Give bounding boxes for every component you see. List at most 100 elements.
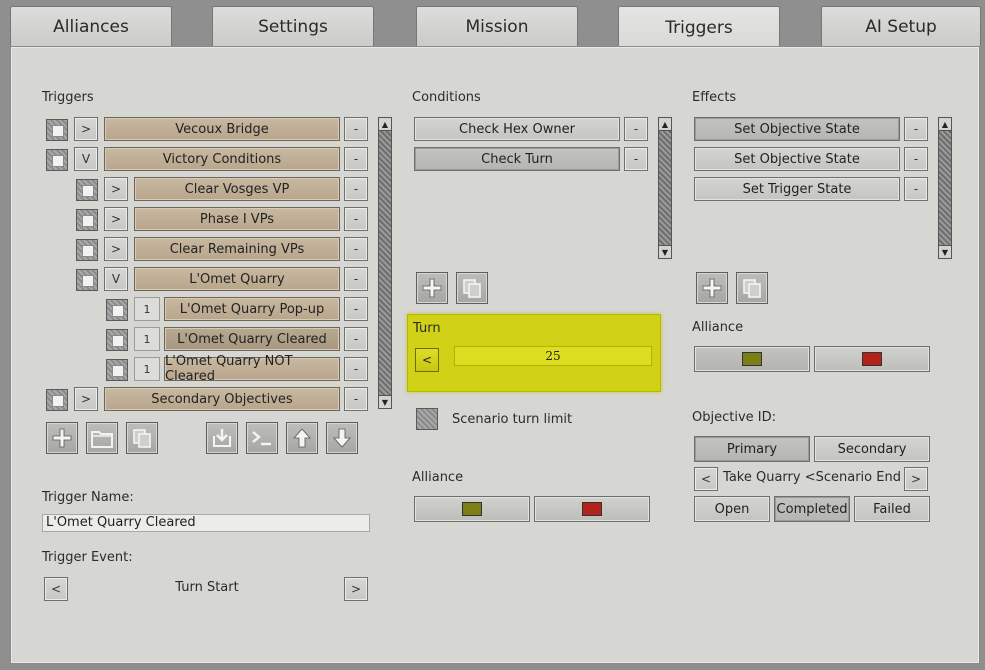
plus-icon [52,428,72,448]
expand-button[interactable]: > [104,177,128,201]
scroll-up-icon[interactable]: ▲ [378,117,392,131]
effect-item-set-trigger-state[interactable]: Set Trigger State [694,177,900,201]
trigger-item-clear-remaining-vps[interactable]: Clear Remaining VPs [134,237,340,261]
trigger-checkbox[interactable] [106,299,128,321]
import-icon [213,429,231,447]
expand-button[interactable]: > [74,387,98,411]
move-up-button[interactable] [286,422,318,454]
tab-alliances[interactable]: Alliances [10,6,172,46]
trigger-checkbox[interactable] [76,179,98,201]
tab-settings[interactable]: Settings [212,6,374,46]
turn-value[interactable]: 25 [454,346,652,366]
trigger-item-lomet-quarry-popup[interactable]: L'Omet Quarry Pop-up [164,297,340,321]
condition-item-check-turn[interactable]: Check Turn [414,147,620,171]
alliance-green-button[interactable] [414,496,530,522]
trigger-checkbox[interactable] [76,269,98,291]
green-swatch [462,502,482,516]
add-effect-button[interactable] [696,272,728,304]
trigger-checkbox[interactable] [106,329,128,351]
trigger-item-phase-i-vps[interactable]: Phase I VPs [134,207,340,231]
objective-next-button[interactable]: > [904,467,928,491]
remove-trigger-button[interactable]: - [344,177,368,201]
state-failed-button[interactable]: Failed [854,496,930,522]
copy-condition-button[interactable] [456,272,488,304]
trigger-checkbox[interactable] [46,389,68,411]
remove-trigger-button[interactable]: - [344,357,368,381]
trigger-checkbox[interactable] [46,119,68,141]
trigger-checkbox[interactable] [46,149,68,171]
event-prev-button[interactable]: < [44,577,68,601]
open-folder-button[interactable] [86,422,118,454]
scenario-turn-limit-checkbox[interactable] [416,408,438,430]
state-open-button[interactable]: Open [694,496,770,522]
remove-trigger-button[interactable]: - [344,267,368,291]
remove-condition-button[interactable]: - [624,147,648,171]
green-swatch [742,352,762,366]
remove-trigger-button[interactable]: - [344,147,368,171]
turn-panel: Turn < 25 [407,314,661,392]
tab-triggers[interactable]: Triggers [618,6,780,48]
effect-item-set-objective-state[interactable]: Set Objective State [694,117,900,141]
remove-trigger-button[interactable]: - [344,237,368,261]
remove-trigger-button[interactable]: - [344,327,368,351]
trigger-item-clear-vosges-vp[interactable]: Clear Vosges VP [134,177,340,201]
red-swatch [582,502,602,516]
expand-button[interactable]: > [74,117,98,141]
remove-condition-button[interactable]: - [624,117,648,141]
plus-icon [422,278,442,298]
remove-trigger-button[interactable]: - [344,297,368,321]
effects-heading: Effects [692,90,737,105]
secondary-objective-button[interactable]: Secondary [814,436,930,462]
condition-item-check-hex-owner[interactable]: Check Hex Owner [414,117,620,141]
triggers-scrollbar[interactable]: ▲ ▼ [378,117,392,409]
trigger-item-vecoux-bridge[interactable]: Vecoux Bridge [104,117,340,141]
scroll-down-icon[interactable]: ▼ [658,245,672,259]
remove-trigger-button[interactable]: - [344,117,368,141]
remove-effect-button[interactable]: - [904,117,928,141]
trigger-checkbox[interactable] [76,239,98,261]
trigger-item-secondary-objectives[interactable]: Secondary Objectives [104,387,340,411]
trigger-item-victory-conditions[interactable]: Victory Conditions [104,147,340,171]
import-button[interactable] [206,422,238,454]
objective-prev-button[interactable]: < [694,467,718,491]
expand-button[interactable]: > [104,207,128,231]
arrow-up-icon [293,428,311,448]
trigger-item-lomet-quarry-cleared[interactable]: L'Omet Quarry Cleared [164,327,340,351]
add-trigger-button[interactable] [46,422,78,454]
collapse-button[interactable]: V [74,147,98,171]
effects-scrollbar[interactable]: ▲ ▼ [938,117,952,259]
alliance-green-button[interactable] [694,346,810,372]
tab-mission[interactable]: Mission [416,6,578,46]
copy-trigger-button[interactable] [126,422,158,454]
effect-item-set-objective-state[interactable]: Set Objective State [694,147,900,171]
scroll-up-icon[interactable]: ▲ [938,117,952,131]
scroll-up-icon[interactable]: ▲ [658,117,672,131]
remove-effect-button[interactable]: - [904,177,928,201]
primary-objective-button[interactable]: Primary [694,436,810,462]
scroll-down-icon[interactable]: ▼ [938,245,952,259]
scroll-down-icon[interactable]: ▼ [378,395,392,409]
copy-effect-button[interactable] [736,272,768,304]
alliance-red-button[interactable] [814,346,930,372]
alliance-red-button[interactable] [534,496,650,522]
remove-effect-button[interactable]: - [904,147,928,171]
copy-icon [463,279,481,298]
trigger-checkbox[interactable] [76,209,98,231]
remove-trigger-button[interactable]: - [344,207,368,231]
tab-ai-setup[interactable]: AI Setup [821,6,981,46]
trigger-item-lomet-quarry[interactable]: L'Omet Quarry [134,267,340,291]
trigger-name-field[interactable]: L'Omet Quarry Cleared [42,514,370,532]
move-down-button[interactable] [326,422,358,454]
event-next-button[interactable]: > [344,577,368,601]
add-condition-button[interactable] [416,272,448,304]
turn-prev-button[interactable]: < [415,348,439,372]
scenario-turn-limit-label: Scenario turn limit [452,412,573,427]
trigger-checkbox[interactable] [106,359,128,381]
console-button[interactable] [246,422,278,454]
conditions-scrollbar[interactable]: ▲ ▼ [658,117,672,259]
trigger-item-lomet-quarry-not-cleared[interactable]: L'Omet Quarry NOT Cleared [164,354,340,384]
state-completed-button[interactable]: Completed [774,496,850,522]
expand-button[interactable]: > [104,237,128,261]
remove-trigger-button[interactable]: - [344,387,368,411]
collapse-button[interactable]: V [104,267,128,291]
